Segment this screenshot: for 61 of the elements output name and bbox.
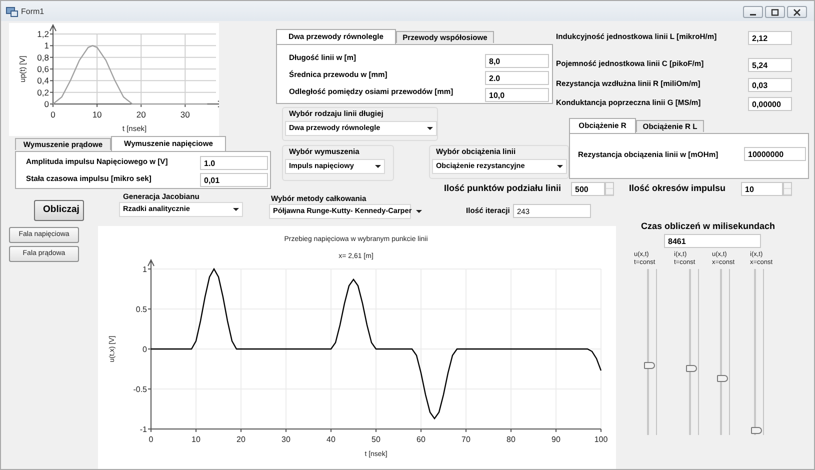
caret-icon	[416, 210, 422, 213]
input-field[interactable]: 0,00000	[748, 97, 792, 111]
slider-thumb[interactable]	[686, 365, 697, 372]
window-title: Form1	[21, 6, 44, 18]
tick-label: -1	[140, 425, 147, 434]
input-field[interactable]: 0,01	[200, 173, 268, 187]
input-field[interactable]: 1.0	[200, 156, 268, 170]
tick-label: 0,8	[37, 52, 49, 62]
tick-label: 0	[148, 435, 154, 444]
tick-label: 40	[326, 435, 336, 444]
field-label: Czas obliczeń w milisekundach	[641, 221, 776, 232]
input-field[interactable]: 500	[571, 182, 605, 196]
tick-label: 0,2	[37, 87, 49, 98]
tick-label: 90	[552, 435, 560, 444]
field-label: Ilość okresów impulsu	[629, 183, 726, 194]
tick-label: 0	[142, 345, 147, 354]
tick-label: 1	[142, 265, 147, 274]
tick-label: 80	[506, 435, 516, 444]
tick-label: 50	[372, 435, 380, 444]
tick-label: -0.5	[133, 385, 147, 394]
input-field[interactable]: 0,03	[748, 78, 792, 92]
window-icon	[6, 7, 18, 17]
tick-label: 100	[594, 435, 608, 444]
tick-label: 1	[44, 40, 49, 51]
close-button[interactable]	[787, 6, 807, 18]
tick-label: 0	[50, 110, 56, 120]
tick-label: 20	[236, 435, 246, 444]
slider-thumb[interactable]	[717, 374, 728, 382]
tick-label: 70	[462, 435, 470, 444]
caret-icon	[375, 165, 381, 168]
input-field[interactable]: 2.0	[485, 71, 549, 85]
tick-label: 60	[416, 435, 426, 444]
input-field[interactable]: 5,24	[748, 58, 792, 72]
input-field[interactable]: 10000000	[744, 147, 806, 161]
tick-label: 10	[192, 435, 200, 444]
input-field[interactable]: 8461	[664, 234, 761, 248]
slider[interactable]	[751, 269, 767, 435]
input-field[interactable]: 10,0	[485, 88, 549, 102]
slider-thumb[interactable]	[644, 362, 655, 370]
tick-label: 10	[92, 110, 102, 120]
tick-label: 1,2	[37, 29, 49, 39]
tick-label: 0,6	[37, 64, 49, 74]
slider-thumb[interactable]	[751, 427, 762, 434]
field-label: Ilość punktów podziału linii	[444, 183, 561, 194]
tick-label: 30	[282, 435, 290, 444]
close-icon	[793, 8, 801, 16]
input-field[interactable]: 8,0	[485, 54, 549, 68]
button[interactable]: Obliczaj	[34, 200, 84, 221]
tick-label: 20	[136, 110, 146, 120]
caret-icon	[557, 165, 563, 168]
tick-label: 0.5	[136, 305, 147, 314]
maximize-icon	[771, 8, 779, 16]
caret-icon	[233, 208, 239, 211]
maximize-button[interactable]	[765, 6, 785, 18]
tick-label: 30	[180, 110, 190, 120]
caret-icon	[427, 127, 433, 130]
tick-label: 0,4	[37, 76, 49, 86]
input-field[interactable]: 2,12	[748, 31, 792, 45]
minimize-button[interactable]	[743, 6, 763, 18]
input-field[interactable]: 10	[741, 182, 783, 196]
tick-label: 0	[44, 99, 49, 109]
